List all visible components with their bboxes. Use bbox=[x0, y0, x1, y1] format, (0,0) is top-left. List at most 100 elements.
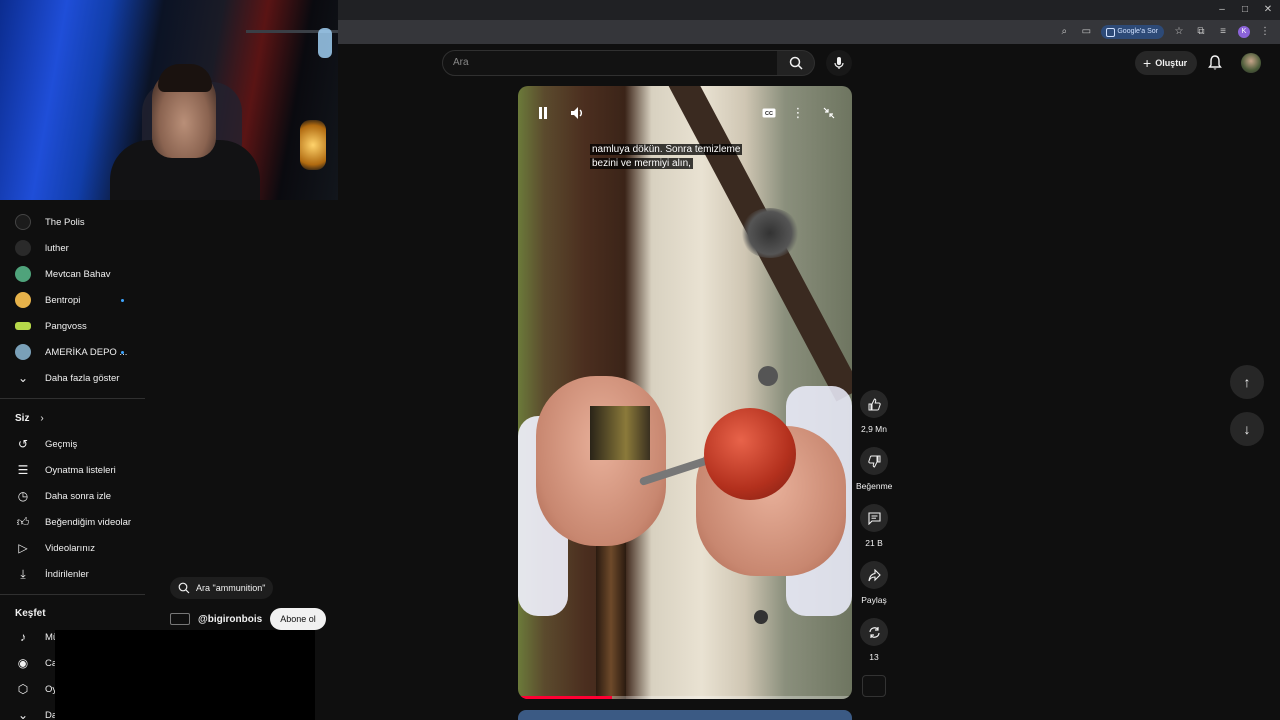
chevron-down-icon: ⌄ bbox=[17, 371, 29, 385]
fullscreen-button[interactable] bbox=[818, 102, 840, 124]
like-count: 2,9 Mn bbox=[861, 424, 887, 434]
channel-audio-thumbnail[interactable] bbox=[862, 675, 886, 697]
chevron-right-icon: › bbox=[40, 412, 44, 424]
sidebar-item-your-videos[interactable]: ▷ Videolarınız bbox=[0, 535, 148, 561]
arrow-up-icon: ↑ bbox=[1243, 374, 1251, 390]
sidebar-divider bbox=[0, 594, 145, 595]
gaming-icon: ⬡ bbox=[17, 682, 29, 696]
media-icon[interactable]: ≡ bbox=[1216, 25, 1230, 39]
close-icon[interactable]: ✕ bbox=[1261, 3, 1275, 17]
pause-button[interactable] bbox=[532, 102, 554, 124]
bookmark-star-icon[interactable]: ☆ bbox=[1172, 25, 1186, 39]
account-avatar[interactable] bbox=[1241, 53, 1261, 73]
share-button[interactable] bbox=[860, 561, 888, 589]
dislike-button[interactable] bbox=[860, 447, 888, 475]
search-input[interactable]: Ara bbox=[442, 50, 778, 76]
clock-icon: ◷ bbox=[17, 489, 29, 503]
sidebar-item-label: Videolarınız bbox=[45, 542, 95, 554]
sidebar-sub-item[interactable]: The Polis bbox=[0, 209, 148, 235]
video-icon: ▷ bbox=[18, 541, 28, 555]
remix-count: 13 bbox=[869, 652, 879, 662]
you-section-header[interactable]: Siz › bbox=[0, 405, 148, 431]
create-button[interactable]: + Oluştur bbox=[1135, 51, 1197, 75]
comments-action[interactable]: 21 B bbox=[856, 504, 892, 548]
video-progress-bar[interactable] bbox=[518, 696, 852, 699]
thumb-down-icon bbox=[867, 455, 880, 468]
maximize-icon[interactable]: □ bbox=[1238, 3, 1252, 17]
zoom-icon[interactable]: ⌕ bbox=[1057, 25, 1071, 39]
browser-menu-icon[interactable]: ⋮ bbox=[1258, 25, 1272, 39]
share-action[interactable]: Paylaş bbox=[856, 561, 892, 605]
sidebar-item-label: Bentropi bbox=[45, 294, 81, 306]
sidebar-item-label: Daha fazla göster bbox=[45, 372, 120, 384]
video-lavalier-mic bbox=[740, 208, 800, 258]
channel-avatar bbox=[15, 292, 31, 308]
search-suggestion-chip[interactable]: Ara "ammunition" bbox=[170, 577, 274, 599]
sidebar-item-watch-later[interactable]: ◷ Daha sonra izle bbox=[0, 483, 148, 509]
subscribe-button[interactable]: Abone ol bbox=[270, 608, 326, 630]
remix-action[interactable]: 13 bbox=[856, 618, 892, 662]
extensions-icon[interactable]: ⧉ bbox=[1194, 25, 1208, 39]
minimize-icon[interactable]: – bbox=[1215, 3, 1229, 17]
sidebar-item-history[interactable]: ↺ Geçmiş bbox=[0, 431, 148, 457]
shorts-video-player[interactable]: CC ⋮ namluya dökün. Sonra temizleme bezi… bbox=[518, 86, 852, 699]
channel-logo[interactable] bbox=[170, 613, 190, 625]
channel-avatar bbox=[15, 214, 31, 230]
search-suggestion-text: Ara "ammunition" bbox=[196, 583, 266, 593]
occluding-black-box bbox=[55, 630, 315, 720]
cam-figurine bbox=[318, 28, 332, 58]
browser-profile-avatar[interactable]: K bbox=[1238, 26, 1250, 38]
webcam-overlay bbox=[0, 0, 338, 200]
cast-icon[interactable]: ▭ bbox=[1079, 25, 1093, 39]
sidebar-item-downloads[interactable]: ⤓ İndirilenler bbox=[0, 561, 148, 587]
volume-icon bbox=[571, 107, 582, 119]
sidebar-item-label: İndirilenler bbox=[45, 568, 89, 580]
plus-icon: + bbox=[1143, 55, 1152, 71]
live-icon: ◉ bbox=[17, 656, 29, 670]
google-ask-button[interactable]: Google'a Sor bbox=[1101, 25, 1164, 39]
like-button[interactable] bbox=[860, 390, 888, 418]
history-icon: ↺ bbox=[17, 437, 29, 451]
dislike-action[interactable]: Beğenme bbox=[856, 447, 892, 491]
notifications-button[interactable] bbox=[1206, 54, 1224, 72]
show-more-button[interactable]: ⌄ Daha fazla göster bbox=[0, 365, 148, 391]
video-left-hand bbox=[536, 376, 666, 546]
search-button[interactable] bbox=[777, 50, 815, 76]
section-title: Siz bbox=[15, 412, 30, 424]
sidebar-sub-item[interactable]: Mevtcan Bahav bbox=[0, 261, 148, 287]
sidebar-item-label: Geçmiş bbox=[45, 438, 78, 450]
thumb-up-icon: 👍︎ bbox=[16, 514, 30, 529]
sidebar-item-liked[interactable]: 👍︎ Beğendiğim videolar bbox=[0, 509, 148, 535]
remix-button[interactable] bbox=[860, 618, 888, 646]
music-icon: ♪ bbox=[20, 630, 26, 644]
sidebar-sub-item[interactable]: AMERİKA DEPO ... bbox=[0, 339, 148, 365]
previous-short-button[interactable]: ↑ bbox=[1230, 365, 1264, 399]
more-options-button[interactable]: ⋮ bbox=[787, 102, 809, 124]
channel-avatar bbox=[15, 266, 31, 282]
sidebar-item-label: luther bbox=[45, 242, 69, 254]
sidebar-divider bbox=[0, 398, 145, 399]
channel-handle[interactable]: @bigironbois bbox=[198, 614, 262, 625]
video-apple bbox=[704, 408, 796, 500]
sidebar-item-playlists[interactable]: ☰ Oynatma listeleri bbox=[0, 457, 148, 483]
sidebar-sub-item[interactable]: Bentropi bbox=[0, 287, 148, 313]
sidebar-sub-item[interactable]: luther bbox=[0, 235, 148, 261]
sidebar-item-label: The Polis bbox=[45, 216, 85, 228]
captions-icon: CC bbox=[762, 108, 776, 118]
volume-button[interactable] bbox=[567, 102, 589, 124]
chevron-down-icon: ⌄ bbox=[17, 708, 29, 720]
video-caption: namluya dökün. Sonra temizleme bezini ve… bbox=[590, 143, 760, 171]
captions-button[interactable]: CC bbox=[758, 102, 780, 124]
search-placeholder: Ara bbox=[453, 57, 469, 68]
caption-line: bezini ve mermiyi alın, bbox=[590, 158, 693, 169]
comments-button[interactable] bbox=[860, 504, 888, 532]
cam-candle-light bbox=[300, 120, 326, 170]
next-short-button[interactable]: ↓ bbox=[1230, 412, 1264, 446]
comment-count: 21 B bbox=[865, 538, 883, 548]
section-title: Keşfet bbox=[15, 607, 46, 619]
sidebar-sub-item[interactable]: Pangvoss bbox=[0, 313, 148, 339]
voice-search-button[interactable] bbox=[826, 50, 852, 76]
next-short-preview[interactable] bbox=[518, 710, 852, 720]
like-action[interactable]: 2,9 Mn bbox=[856, 390, 892, 434]
thumb-up-icon bbox=[868, 397, 881, 410]
